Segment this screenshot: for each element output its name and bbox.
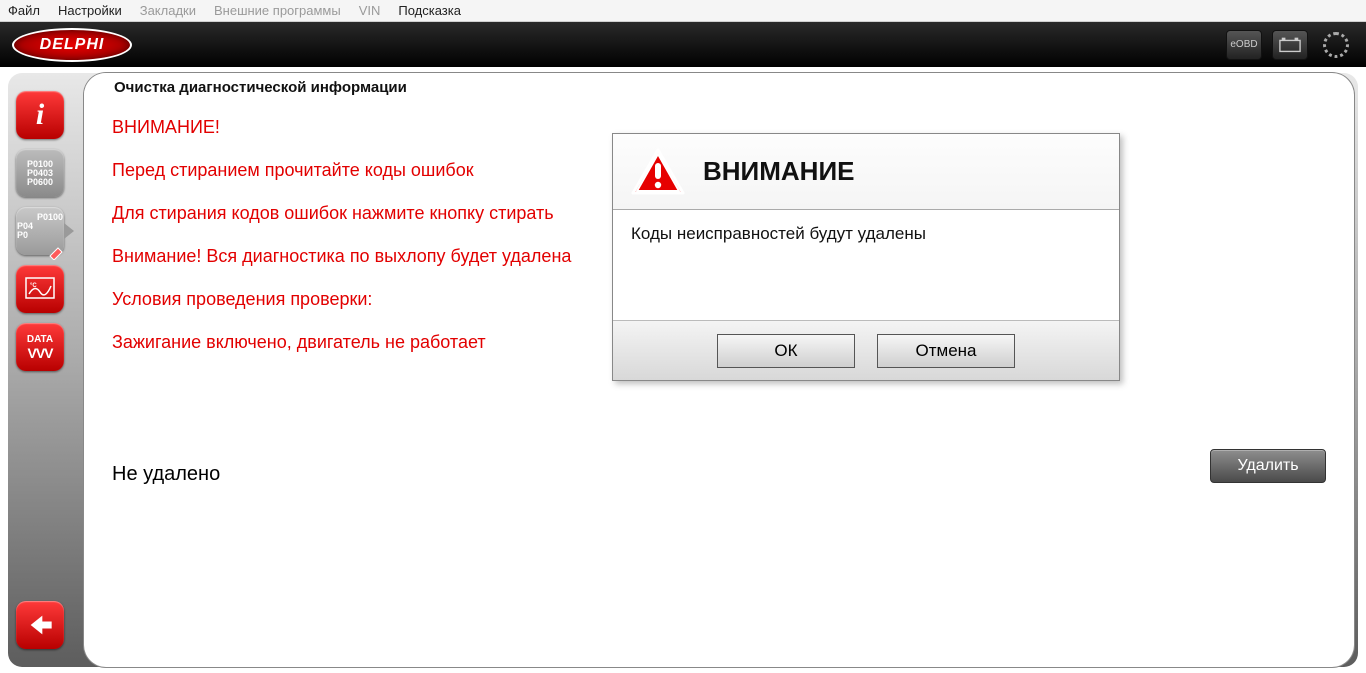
not-deleted-label: Не удалено <box>112 463 220 486</box>
sidebar-live-data-button[interactable]: °C <box>16 265 64 313</box>
dialog-title: ВНИМАНИЕ <box>703 156 854 187</box>
eobd-button[interactable]: eOBD <box>1226 30 1262 60</box>
battery-button[interactable] <box>1272 30 1308 60</box>
content-panel: Очистка диагностической информации ВНИМА… <box>84 73 1354 667</box>
warning-triangle-icon <box>631 148 685 196</box>
panel-title: Очистка диагностической информации <box>84 73 437 103</box>
menu-external: Внешние программы <box>214 3 341 18</box>
header-strip: DELPHI eOBD <box>0 22 1366 67</box>
main-area: i P0100 P0403 P0600 P0100 P04 P0 °C DATA… <box>8 73 1358 667</box>
back-button[interactable] <box>16 601 64 649</box>
side-toolbar: i P0100 P0403 P0600 P0100 P04 P0 °C DATA… <box>8 73 72 667</box>
sidebar-info-button[interactable]: i <box>16 91 64 139</box>
dialog-cancel-button[interactable]: Отмена <box>877 334 1015 368</box>
menu-settings[interactable]: Настройки <box>58 3 122 18</box>
loading-icon <box>1323 32 1349 58</box>
data-label: DATA <box>27 334 53 345</box>
info-icon: i <box>36 98 44 132</box>
confirm-dialog: ВНИМАНИЕ Коды неисправностей будут удале… <box>612 133 1120 381</box>
dialog-body: Коды неисправностей будут удалены <box>613 210 1119 320</box>
menu-bar: Файл Настройки Закладки Внешние программ… <box>0 0 1366 22</box>
dialog-ok-button[interactable]: ОК <box>717 334 855 368</box>
menu-bookmarks: Закладки <box>140 3 196 18</box>
sidebar-erase-codes-button[interactable]: P0100 P04 P0 <box>16 207 64 255</box>
loading-button <box>1318 30 1354 60</box>
menu-vin: VIN <box>359 3 381 18</box>
dialog-footer: ОК Отмена <box>613 320 1119 380</box>
sidebar-read-codes-button[interactable]: P0100 P0403 P0600 <box>16 149 64 197</box>
header-right: eOBD <box>1226 30 1354 60</box>
sidebar-data-stream-button[interactable]: DATA VVV <box>16 323 64 371</box>
battery-icon <box>1279 36 1301 54</box>
delete-button[interactable]: Удалить <box>1210 449 1326 483</box>
erase-codes-icon: P0100 P04 P0 <box>17 204 63 258</box>
codes-icon: P0100 P0403 P0600 <box>27 160 53 187</box>
eraser-icon <box>47 242 65 260</box>
gauge-icon: °C <box>23 272 57 306</box>
waveform-icon: VVV <box>27 345 52 361</box>
menu-file[interactable]: Файл <box>8 3 40 18</box>
menu-help[interactable]: Подсказка <box>398 3 461 18</box>
delphi-logo: DELPHI <box>12 28 132 62</box>
dialog-header: ВНИМАНИЕ <box>613 134 1119 210</box>
back-arrow-icon <box>26 611 54 639</box>
